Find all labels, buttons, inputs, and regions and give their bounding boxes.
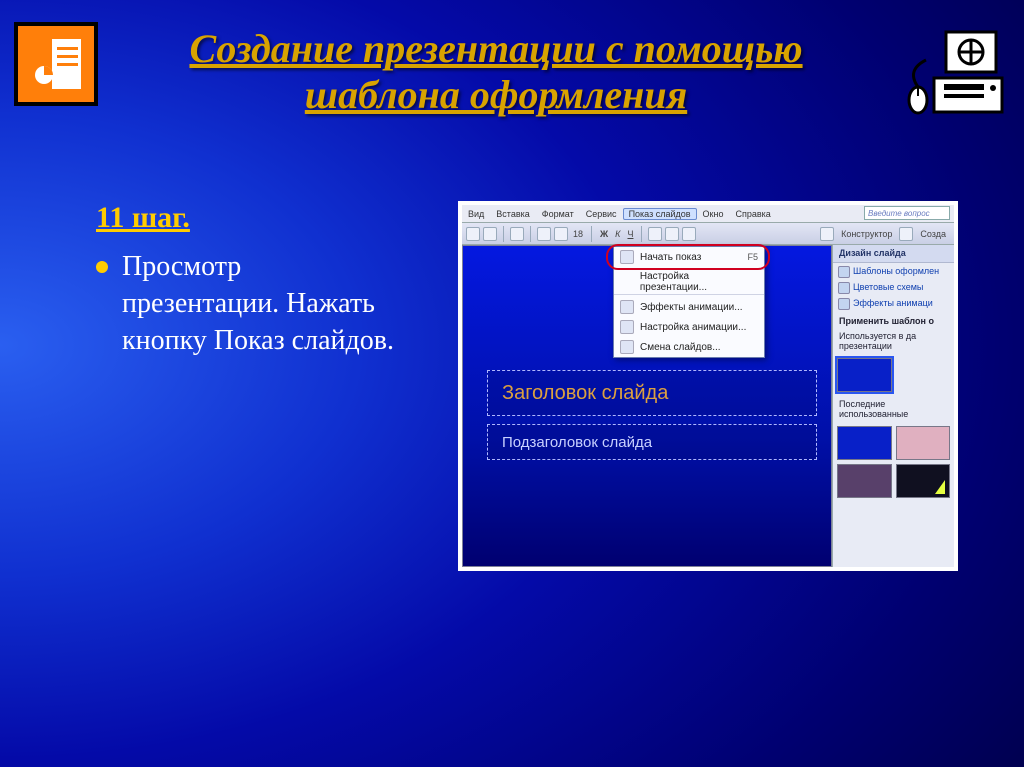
toolbar-icon[interactable]: [682, 227, 696, 241]
menu-separator: [614, 294, 764, 295]
menu-start-shortcut: F5: [747, 252, 758, 262]
computer-decoration: [894, 22, 1004, 131]
menu-setup-label: Настройка презентации...: [640, 271, 758, 293]
play-icon: [620, 250, 634, 264]
create-icon[interactable]: [899, 227, 913, 241]
template-thumb[interactable]: [837, 426, 892, 460]
presentation-icon: [29, 37, 83, 91]
template-thumb[interactable]: [837, 358, 892, 392]
slide-title: Создание презентации с помощью шаблона о…: [116, 26, 876, 118]
slide-title-line1: Создание презентации с помощью: [189, 26, 802, 71]
toolbar-sep: [530, 226, 531, 242]
pane-anim-link[interactable]: Эффекты анимаци: [833, 295, 954, 311]
pp-menubar: Вид Вставка Формат Сервис Показ слайдов …: [462, 205, 954, 223]
menu-separator: [614, 269, 764, 270]
menu-window[interactable]: Окно: [697, 209, 730, 219]
toolbar-sep: [591, 226, 592, 242]
menu-anim-setup-label: Настройка анимации...: [640, 322, 746, 333]
slideshow-dropdown: Начать показ F5 Настройка презентации...…: [613, 246, 765, 358]
constructor-label[interactable]: Конструктор: [837, 229, 896, 239]
menu-insert[interactable]: Вставка: [490, 209, 535, 219]
toolbar-icon[interactable]: [510, 227, 524, 241]
menu-slide-transition-label: Смена слайдов...: [640, 342, 721, 353]
menu-start-show[interactable]: Начать показ F5: [614, 247, 764, 267]
menu-tools[interactable]: Сервис: [580, 209, 623, 219]
toolbar-sep: [641, 226, 642, 242]
slide-logo: [14, 22, 98, 106]
toolbar-icon[interactable]: [554, 227, 568, 241]
underline-btn[interactable]: Ч: [625, 229, 635, 239]
anim-setup-icon: [620, 320, 634, 334]
bullet-body: Просмотр презентации. Нажать кнопку Пока…: [96, 249, 396, 360]
pane-templates-link[interactable]: Шаблоны оформлен: [833, 263, 954, 279]
menu-help[interactable]: Справка: [729, 209, 776, 219]
menu-format[interactable]: Формат: [536, 209, 580, 219]
subtitle-placeholder[interactable]: Подзаголовок слайда: [487, 424, 817, 460]
title-placeholder[interactable]: Заголовок слайда: [487, 370, 817, 416]
toolbar-icon[interactable]: [483, 227, 497, 241]
menu-anim-setup[interactable]: Настройка анимации...: [614, 317, 764, 337]
pp-toolbar: 18 Ж К Ч Конструктор Созда: [462, 223, 954, 245]
bold-btn[interactable]: Ж: [598, 229, 610, 239]
pane-colors-link[interactable]: Цветовые схемы: [833, 279, 954, 295]
powerpoint-screenshot: Вид Вставка Формат Сервис Показ слайдов …: [458, 201, 958, 571]
pane-used-label: Используется в да презентации: [833, 328, 954, 354]
menu-start-label: Начать показ: [640, 252, 701, 263]
pane-recent-label: Последние использованные: [833, 396, 954, 422]
menu-anim-effects-label: Эффекты анимации...: [640, 302, 743, 313]
menu-slideshow[interactable]: Показ слайдов: [623, 208, 697, 220]
slide-canvas: Начать показ F5 Настройка презентации...…: [462, 245, 832, 567]
template-thumb[interactable]: [837, 464, 892, 498]
menu-view[interactable]: Вид: [462, 209, 490, 219]
italic-btn[interactable]: К: [613, 229, 622, 239]
toolbar-sep: [503, 226, 504, 242]
design-task-pane: Дизайн слайда Шаблоны оформлен Цветовые …: [832, 245, 954, 567]
pane-apply-label: Применить шаблон о: [833, 311, 954, 328]
transition-icon: [620, 340, 634, 354]
step-heading: 11 шаг.: [96, 201, 416, 235]
font-size[interactable]: 18: [571, 229, 585, 239]
anim-icon: [620, 300, 634, 314]
template-thumb[interactable]: [896, 464, 951, 498]
menu-setup-show[interactable]: Настройка презентации...: [614, 272, 764, 292]
create-label[interactable]: Созда: [916, 229, 950, 239]
menu-anim-effects[interactable]: Эффекты анимации...: [614, 297, 764, 317]
toolbar-icon[interactable]: [665, 227, 679, 241]
help-search-box[interactable]: Введите вопрос: [864, 206, 950, 220]
slide-title-line2: шаблона оформления: [305, 72, 687, 117]
pane-heading: Дизайн слайда: [833, 245, 954, 263]
toolbar-icon[interactable]: [648, 227, 662, 241]
toolbar-icon[interactable]: [537, 227, 551, 241]
template-thumb[interactable]: [896, 426, 951, 460]
constructor-icon[interactable]: [820, 227, 834, 241]
menu-slide-transition[interactable]: Смена слайдов...: [614, 337, 764, 357]
toolbar-icon[interactable]: [466, 227, 480, 241]
